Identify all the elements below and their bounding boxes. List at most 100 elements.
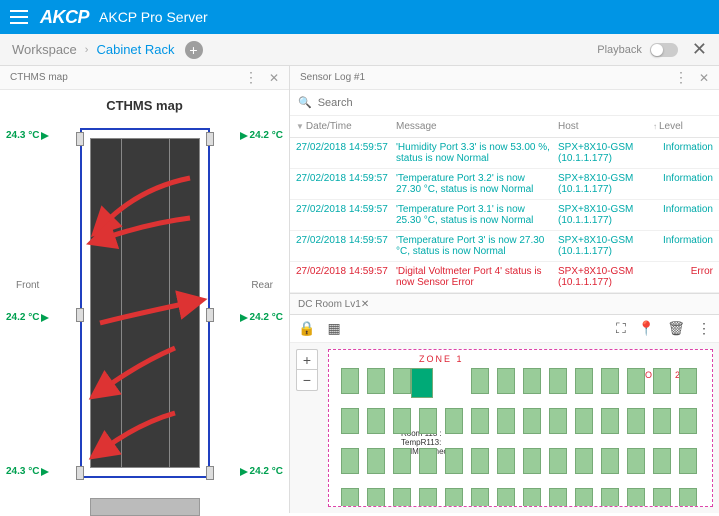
rack[interactable] (419, 448, 437, 474)
rack[interactable] (549, 408, 567, 434)
rack[interactable] (575, 488, 593, 507)
rack[interactable] (367, 408, 385, 434)
rack[interactable] (445, 408, 463, 434)
delete-icon[interactable]: 🗑 (667, 320, 685, 337)
add-button[interactable]: + (185, 41, 203, 59)
rack[interactable] (653, 448, 671, 474)
panel-menu-icon[interactable]: ⋮ (244, 69, 259, 86)
rack[interactable] (367, 448, 385, 474)
rack[interactable] (497, 368, 515, 394)
rack[interactable] (679, 448, 697, 474)
log-row[interactable]: 27/02/2018 14:59:57'Humidity Port 3.3' i… (290, 138, 719, 169)
front-label: Front (16, 280, 39, 291)
playback-toggle[interactable] (650, 43, 678, 57)
rack[interactable] (523, 488, 541, 507)
rack[interactable] (627, 488, 645, 507)
zone1-label: ZONE 1 (419, 354, 464, 364)
left-panel: CTHMS map ⋮ ✕ CTHMS map Front Rear 24.3 … (0, 66, 290, 513)
search-input[interactable] (318, 97, 711, 109)
col-host[interactable]: Host (558, 121, 653, 132)
rack[interactable] (523, 368, 541, 394)
rack[interactable] (575, 448, 593, 474)
rack[interactable] (601, 408, 619, 434)
log-body[interactable]: 27/02/2018 14:59:57'Humidity Port 3.3' i… (290, 138, 719, 293)
rack[interactable] (679, 408, 697, 434)
rack[interactable] (445, 448, 463, 474)
playback-label: Playback (597, 44, 642, 56)
dc-title: DC Room Lv1 (298, 299, 361, 310)
product-name: AKCP Pro Server (99, 9, 208, 25)
focus-icon[interactable]: ⛶ (616, 320, 626, 337)
rack[interactable] (393, 368, 411, 394)
more-icon[interactable]: ⋮ (697, 320, 711, 337)
rack[interactable] (393, 488, 411, 507)
rack[interactable] (549, 368, 567, 394)
rack[interactable] (627, 368, 645, 394)
rack[interactable] (601, 448, 619, 474)
rack[interactable] (549, 488, 567, 507)
zoom-out-button[interactable]: − (297, 370, 317, 390)
rack[interactable] (575, 368, 593, 394)
rack[interactable] (627, 408, 645, 434)
rack[interactable] (653, 488, 671, 507)
dc-close-icon[interactable]: ✕ (361, 299, 369, 310)
cabinet (80, 128, 210, 498)
rack[interactable] (471, 488, 489, 507)
lock-icon[interactable]: 🔒 (298, 320, 315, 337)
log-row[interactable]: 27/02/2018 14:59:57'Digital Voltmeter Po… (290, 262, 719, 293)
rack[interactable] (679, 488, 697, 507)
rack[interactable] (549, 448, 567, 474)
rack[interactable] (601, 488, 619, 507)
zoom-in-button[interactable]: + (297, 350, 317, 370)
crumb-current[interactable]: Cabinet Rack (96, 42, 174, 57)
rack[interactable] (471, 448, 489, 474)
rack[interactable] (471, 408, 489, 434)
rack[interactable] (471, 368, 489, 394)
rack[interactable] (419, 488, 437, 507)
rack[interactable] (679, 368, 697, 394)
col-datetime[interactable]: ▼Date/Time (296, 121, 396, 132)
rack[interactable] (393, 408, 411, 434)
rack[interactable] (367, 368, 385, 394)
log-close-icon[interactable]: ✕ (699, 71, 709, 85)
rack[interactable] (653, 368, 671, 394)
close-icon[interactable]: ✕ (692, 39, 707, 60)
log-menu-icon[interactable]: ⋮ (674, 69, 689, 86)
dc-panel-header: DC Room Lv1 ✕ (290, 293, 719, 315)
log-panel-header: Sensor Log #1 ⋮ ✕ (290, 66, 719, 90)
rack[interactable] (341, 488, 359, 507)
rack[interactable] (419, 408, 437, 434)
floor-plan[interactable]: ZONE 1 ZONE 2 Room 113 : TempR113: SNMP … (328, 349, 713, 507)
rack[interactable] (575, 408, 593, 434)
panel-close-icon[interactable]: ✕ (269, 71, 279, 85)
rack[interactable] (497, 448, 515, 474)
rack[interactable] (445, 488, 463, 507)
location-off-icon[interactable]: 📍 (638, 320, 655, 337)
rack-selected[interactable] (411, 368, 433, 398)
col-message[interactable]: Message (396, 121, 558, 132)
rack[interactable] (341, 448, 359, 474)
rack[interactable] (341, 368, 359, 394)
log-row[interactable]: 27/02/2018 14:59:57'Temperature Port 3' … (290, 231, 719, 262)
rack[interactable] (627, 448, 645, 474)
rack[interactable] (497, 408, 515, 434)
rack[interactable] (393, 448, 411, 474)
log-row[interactable]: 27/02/2018 14:59:57'Temperature Port 3.1… (290, 200, 719, 231)
log-row[interactable]: 27/02/2018 14:59:57'Temperature Port 3.2… (290, 169, 719, 200)
temp-top-right: 24.2 °C (240, 130, 283, 141)
rack[interactable] (367, 488, 385, 507)
col-level[interactable]: ↑ Level (653, 121, 713, 132)
rack[interactable] (523, 448, 541, 474)
rack[interactable] (341, 408, 359, 434)
rack[interactable] (653, 408, 671, 434)
rack[interactable] (497, 488, 515, 507)
log-header-row: ▼Date/Time Message Host ↑ Level (290, 116, 719, 138)
rack[interactable] (601, 368, 619, 394)
temp-mid-right: 24.2 °C (240, 312, 283, 323)
menu-icon[interactable] (10, 10, 28, 24)
crumb-root[interactable]: Workspace (12, 42, 77, 57)
dc-map[interactable]: + − ZONE 1 ZONE 2 Room 113 : TempR113: S… (290, 343, 719, 513)
rack[interactable] (523, 408, 541, 434)
grid-icon[interactable]: ▦ (327, 320, 340, 337)
logo: AKCP (40, 7, 89, 28)
